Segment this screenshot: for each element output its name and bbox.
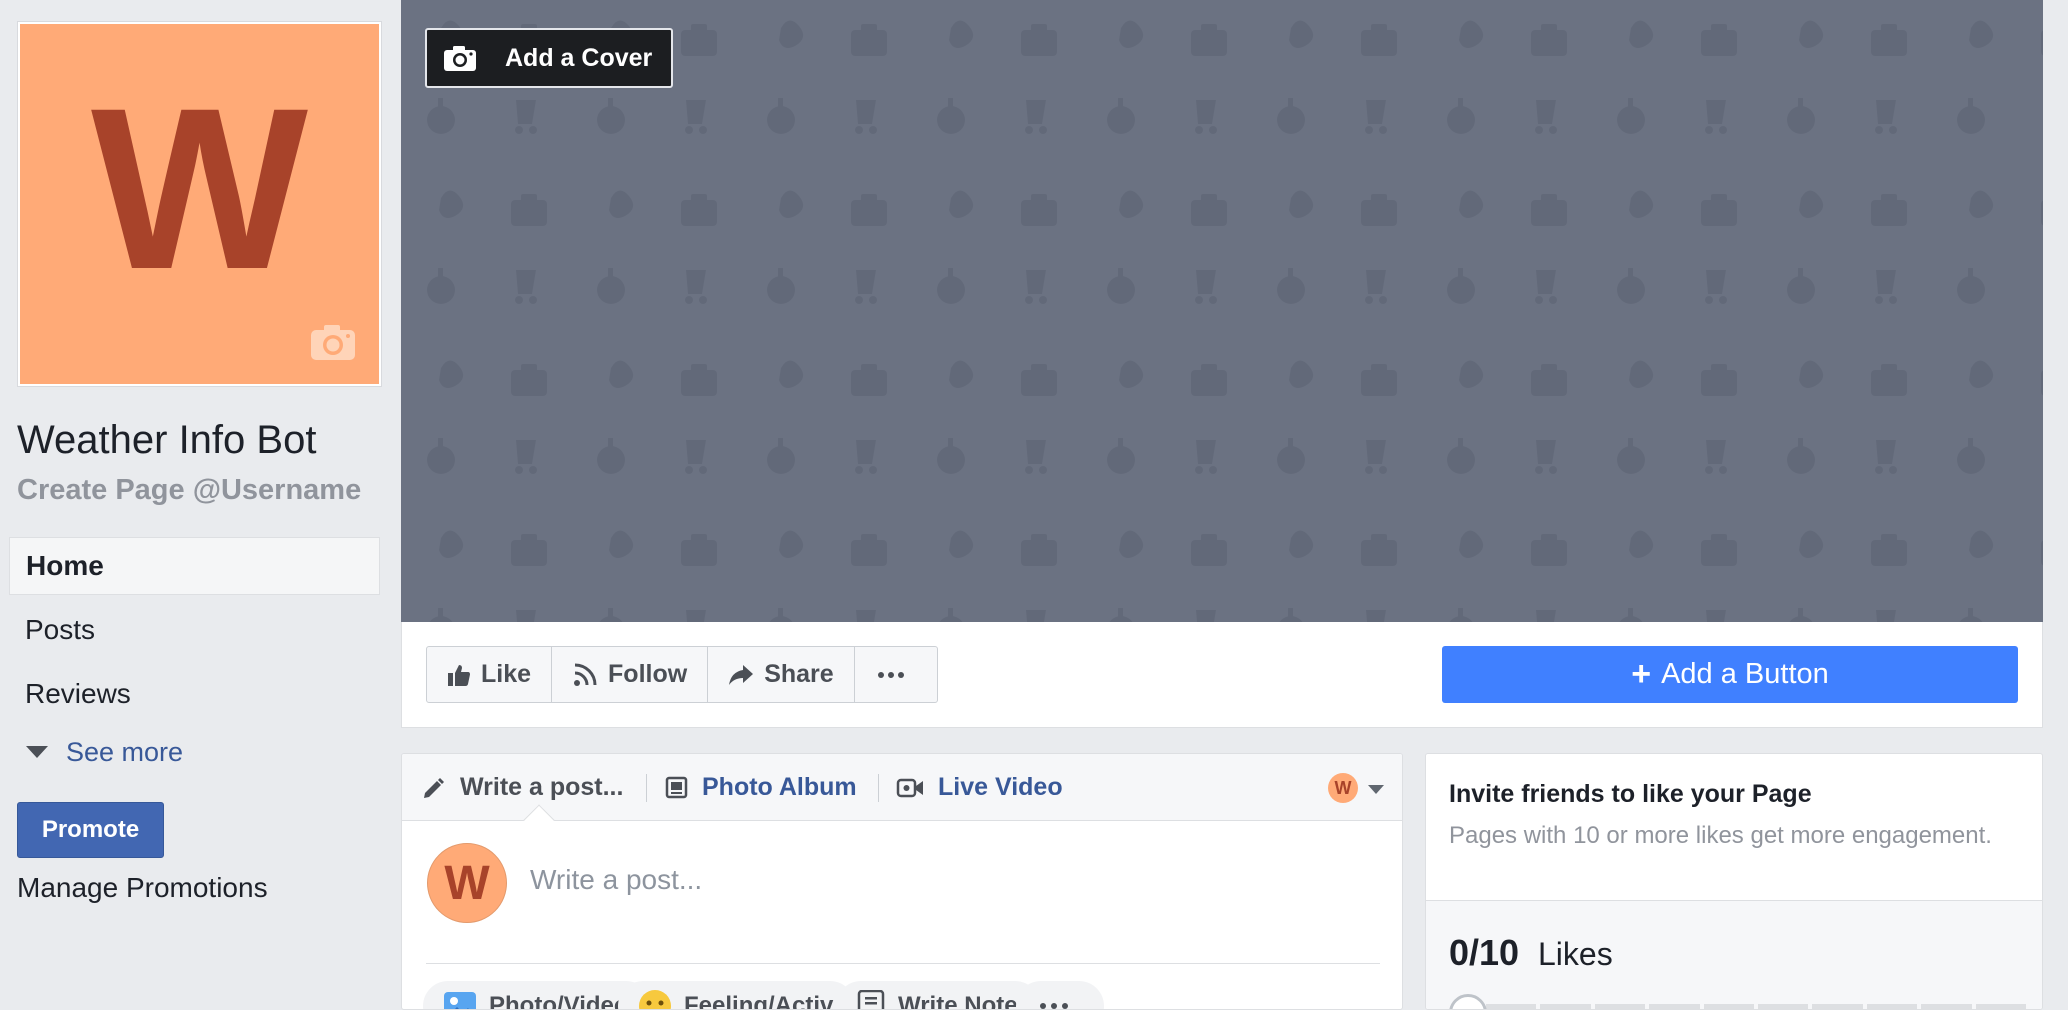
photo-icon: [444, 992, 476, 1009]
tab-write-post-label: Write a post...: [460, 773, 624, 801]
add-cover-label: Add a Cover: [505, 43, 653, 72]
divider: [426, 963, 1380, 964]
invite-title: Invite friends to like your Page: [1449, 780, 1812, 808]
share-arrow-icon: [729, 664, 754, 685]
note-icon: [857, 990, 885, 1009]
chevron-down-icon[interactable]: [1368, 785, 1384, 794]
sidebar-item-home[interactable]: Home: [9, 537, 380, 595]
tab-live-video[interactable]: Live Video: [896, 754, 1063, 821]
video-camera-icon: [896, 778, 923, 797]
post-composer: Write a post... Photo Album Live Video W…: [401, 753, 1403, 1010]
follow-label: Follow: [608, 660, 688, 688]
share-label: Share: [764, 660, 834, 688]
more-options-button[interactable]: [855, 647, 937, 702]
sidebar-item-reviews[interactable]: Reviews: [9, 665, 380, 723]
likes-progress-bar: [1486, 1004, 2027, 1009]
post-as-avatar[interactable]: W: [1328, 773, 1358, 803]
camera-icon: [444, 46, 476, 71]
cover-pattern: [401, 0, 2043, 622]
avatar: W: [427, 843, 507, 923]
invite-friends-card: Invite friends to like your Page Pages w…: [1425, 753, 2043, 1010]
photo-video-button[interactable]: Photo/Video: [423, 981, 651, 1010]
see-more-label: See more: [66, 736, 184, 767]
manage-promotions-link[interactable]: Manage Promotions: [17, 872, 268, 904]
promote-button[interactable]: Promote: [17, 802, 164, 858]
cover-photo-area: [401, 0, 2043, 622]
invite-subtitle: Pages with 10 or more likes get more eng…: [1449, 822, 1992, 849]
photo-album-icon: [665, 776, 688, 798]
tab-write-post[interactable]: Write a post...: [422, 754, 623, 821]
feeling-activity-button[interactable]: Feeling/Activ: [618, 981, 856, 1010]
tab-divider: [878, 774, 879, 802]
add-cover-button[interactable]: Add a Cover: [425, 28, 673, 88]
camera-icon[interactable]: [309, 322, 357, 362]
tab-live-video-label: Live Video: [938, 773, 1063, 801]
page-action-group: Like Follow Share: [426, 646, 938, 703]
rss-icon: [574, 663, 597, 686]
write-note-label: Write Note: [898, 992, 1018, 1010]
tab-divider: [646, 774, 647, 802]
like-label: Like: [481, 660, 532, 688]
plus-icon: +: [1631, 655, 1652, 693]
ellipsis-icon: [877, 671, 904, 678]
feeling-activity-label: Feeling/Activ: [684, 992, 834, 1010]
likes-label: Likes: [1538, 936, 1613, 972]
smiley-icon: [639, 990, 671, 1009]
triangle-down-icon: [26, 746, 48, 758]
pencil-icon: [424, 777, 444, 798]
follow-button[interactable]: Follow: [552, 647, 709, 702]
thumbs-up-icon: [448, 664, 470, 686]
sidebar-item-posts[interactable]: Posts: [9, 601, 380, 659]
add-button-label: Add a Button: [1661, 658, 1829, 690]
create-username-link[interactable]: Create Page @Username: [17, 474, 361, 507]
composer-tabs: Write a post... Photo Album Live Video W: [402, 754, 1402, 821]
profile-picture[interactable]: W: [18, 22, 381, 386]
write-note-button[interactable]: Write Note: [836, 981, 1040, 1010]
more-options-button[interactable]: [1016, 981, 1104, 1009]
share-button[interactable]: Share: [708, 647, 855, 702]
tab-photo-album[interactable]: Photo Album: [664, 754, 857, 821]
avatar-letter: W: [90, 60, 309, 317]
see-more-link[interactable]: See more: [26, 732, 183, 772]
likes-count: 0/10: [1449, 932, 1520, 973]
photo-video-label: Photo/Video: [489, 992, 629, 1010]
post-text-input[interactable]: Write a post...: [530, 864, 702, 896]
like-button[interactable]: Like: [427, 647, 553, 702]
ellipsis-icon: [1040, 1003, 1068, 1009]
add-a-button[interactable]: + Add a Button: [1442, 646, 2018, 703]
page-title: Weather Info Bot: [17, 418, 317, 462]
tab-photo-album-label: Photo Album: [702, 773, 857, 801]
